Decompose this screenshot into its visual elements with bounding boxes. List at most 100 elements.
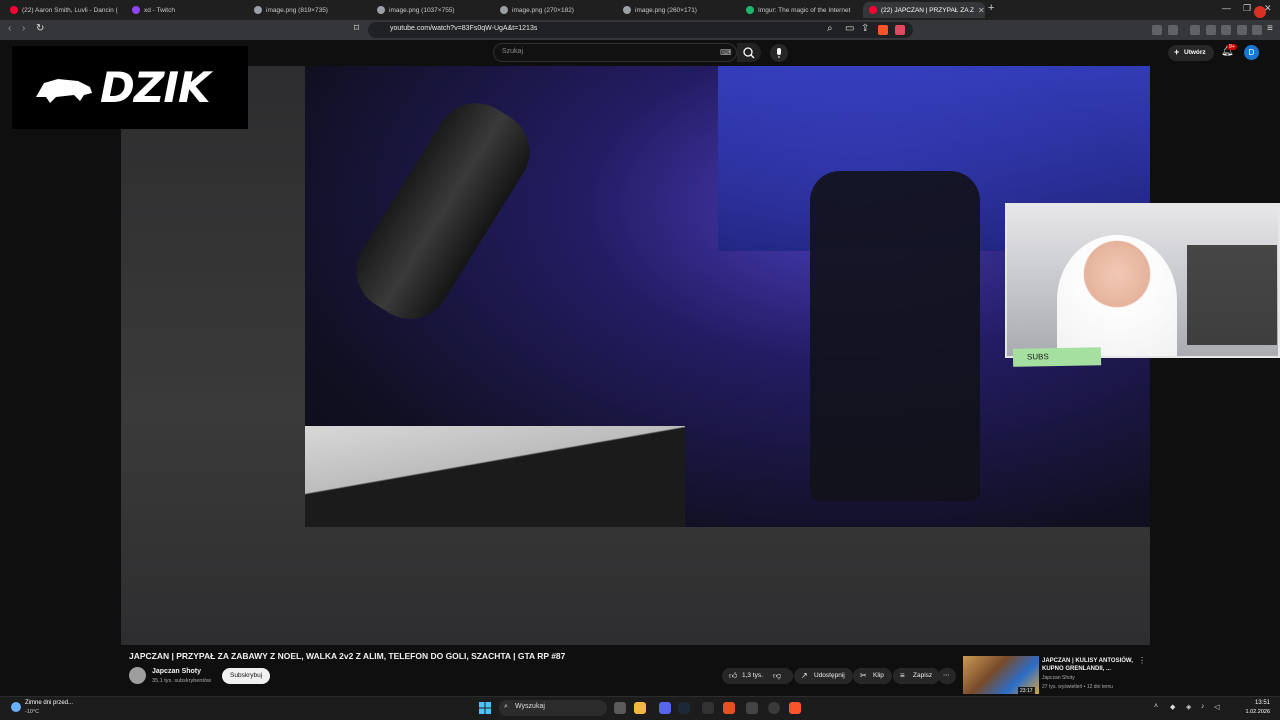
bookmark-icon[interactable]: ⌑ — [354, 23, 359, 34]
recommended-video-title[interactable]: JAPCZAN | KULISY ANTOSIÓW, KUPNO GRENLAN… — [1042, 657, 1137, 673]
browser-toolbar: ‹ › ↻ ⌑ youtube.com/watch?v=83Fs0qW-UgA&… — [0, 20, 1280, 40]
globe-icon — [377, 6, 385, 14]
notification-count-badge: 9+ — [1227, 44, 1237, 50]
more-actions-button[interactable]: ⋯ — [938, 668, 956, 684]
back-icon[interactable]: ‹ — [8, 23, 11, 34]
app-icon[interactable] — [702, 702, 714, 714]
subscribe-button[interactable]: Subskrybuj — [222, 668, 271, 684]
search-button[interactable] — [737, 43, 761, 62]
recommended-video-meta: 27 tys. wyświetleń • 12 dni temu — [1042, 684, 1113, 690]
globe-icon — [623, 6, 631, 14]
webcam-overlay — [1005, 203, 1280, 358]
tab-image-3[interactable]: image.png (270×182) — [494, 2, 616, 18]
globe-icon — [500, 6, 508, 14]
save-playlist-icon: ≡ — [900, 671, 905, 680]
tab-image-1[interactable]: image.png (819×735) — [248, 2, 370, 18]
share-page-icon[interactable]: ⇪ — [861, 23, 869, 34]
windows-start-icon[interactable] — [479, 702, 491, 714]
vpn-icon[interactable] — [1237, 25, 1247, 35]
microphone-icon — [777, 48, 781, 58]
url-text: youtube.com/watch?v=83Fs0qW-UgA&t=1213s — [390, 25, 538, 32]
video-title: JAPCZAN | PRZYPAŁ ZA ZABAWY Z NOEL, WALK… — [129, 651, 566, 661]
cast-icon[interactable]: ▭ — [845, 23, 854, 34]
tab-twitch[interactable]: xd - Twitch — [126, 2, 248, 18]
tab-imgur[interactable]: Imgur: The magic of the Internet — [740, 2, 862, 18]
weather-text[interactable]: Zimne dni przed... — [25, 700, 73, 706]
tray-mic-icon[interactable]: ♪ — [1201, 703, 1205, 710]
create-button[interactable]: + Utwórz — [1168, 45, 1214, 61]
minimize-icon[interactable]: — — [1222, 3, 1231, 13]
obs-icon[interactable] — [723, 702, 735, 714]
wallet-icon[interactable] — [1221, 25, 1231, 35]
tab-image-2[interactable]: image.png (1037×755) — [371, 2, 493, 18]
account-avatar[interactable]: D — [1244, 45, 1259, 60]
dzik-logo: DZIK — [12, 46, 248, 129]
subs-tag: SUBS — [1012, 347, 1102, 367]
share-button[interactable]: ↗ Udostępnij — [794, 668, 853, 684]
forward-icon[interactable]: › — [22, 23, 25, 34]
media-icon[interactable] — [1190, 25, 1200, 35]
taskbar-search-input[interactable]: ⌕ Wyszukaj — [499, 700, 607, 716]
close-tab-icon[interactable]: ✕ — [978, 6, 985, 15]
channel-subscriber-count: 35,1 tys. subskrybentów — [152, 678, 212, 684]
task-view-icon[interactable] — [614, 702, 626, 714]
youtube-search-input[interactable]: Szukaj ⌨ — [493, 43, 737, 62]
brave-browser-icon[interactable] — [789, 702, 801, 714]
brave-shield-icon[interactable] — [878, 25, 888, 35]
menu-icon[interactable]: ≡ — [1267, 23, 1273, 34]
tray-app-icon[interactable]: ◆ — [1170, 703, 1175, 711]
brave-rewards-icon[interactable] — [895, 25, 905, 35]
channel-name[interactable]: Japczan Shoty — [152, 668, 201, 675]
video-desk — [305, 426, 685, 527]
video-player[interactable] — [121, 66, 1150, 645]
voice-search-button[interactable] — [770, 44, 788, 62]
maximize-icon[interactable]: ❐ — [1243, 3, 1251, 14]
tray-expand-icon[interactable]: ˄ — [1154, 703, 1158, 710]
save-button[interactable]: ≡ Zapisz — [893, 668, 941, 684]
reload-icon[interactable]: ↻ — [36, 23, 44, 34]
file-explorer-icon[interactable] — [634, 702, 646, 714]
search-icon — [743, 47, 755, 59]
discord-icon[interactable] — [659, 702, 671, 714]
tray-network-icon[interactable]: ◈ — [1186, 703, 1191, 711]
webcam-streamer — [1057, 235, 1177, 356]
new-tab-button[interactable]: + — [988, 2, 994, 14]
globe-icon — [254, 6, 262, 14]
tab-active-japczan[interactable]: (22) JAPCZAN | PRZYPAŁ ZA Z ✕ — [863, 2, 985, 18]
taskbar-clock-date[interactable]: 1.02.2026 — [1226, 709, 1270, 715]
zoom-icon[interactable]: ⌕ — [827, 23, 833, 34]
weather-temperature: -10°C — [25, 709, 40, 715]
boar-icon — [36, 78, 92, 103]
clip-button[interactable]: ✂ Klip — [853, 668, 892, 684]
chrome-icon[interactable] — [768, 702, 780, 714]
tab-aaron-smith[interactable]: (22) Aaron Smith, Luvli - Dancin ( — [4, 2, 126, 18]
profile-icon[interactable] — [1252, 25, 1262, 35]
youtube-icon — [869, 6, 877, 14]
sidebar-icon[interactable] — [1206, 25, 1216, 35]
extensions-icon[interactable] — [1152, 25, 1162, 35]
recommended-video-duration: 23:17 — [1018, 687, 1035, 695]
recording-indicator-icon — [1254, 6, 1266, 18]
plus-icon: + — [1174, 47, 1180, 57]
webcam-mic-rig — [1187, 245, 1277, 345]
channel-avatar[interactable] — [129, 667, 146, 684]
search-icon: ⌕ — [504, 703, 508, 710]
scissors-icon: ✂ — [860, 671, 867, 680]
taskbar-clock-time[interactable]: 13:51 — [1226, 700, 1270, 706]
imgur-icon — [746, 6, 754, 14]
recommended-video-channel[interactable]: Japczan Shoty — [1042, 675, 1075, 681]
thumbs-up-icon: 👍︎ — [729, 671, 738, 680]
thumbs-down-icon: 👎︎ — [773, 671, 782, 680]
keyboard-icon[interactable]: ⌨ — [720, 48, 732, 57]
tab-image-4[interactable]: image.png (260×171) — [617, 2, 739, 18]
youtube-icon — [10, 6, 18, 14]
steam-icon[interactable] — [678, 702, 690, 714]
recommendation-menu-icon[interactable]: ⋮ — [1138, 656, 1146, 665]
dislike-button[interactable]: 👎︎ — [766, 668, 790, 684]
twitch-icon — [132, 6, 140, 14]
weather-icon[interactable] — [11, 702, 21, 712]
video-chair — [810, 171, 980, 501]
capture-icon[interactable] — [746, 702, 758, 714]
volume-icon[interactable]: ◁ — [1214, 703, 1219, 711]
extension-2-icon[interactable] — [1168, 25, 1178, 35]
